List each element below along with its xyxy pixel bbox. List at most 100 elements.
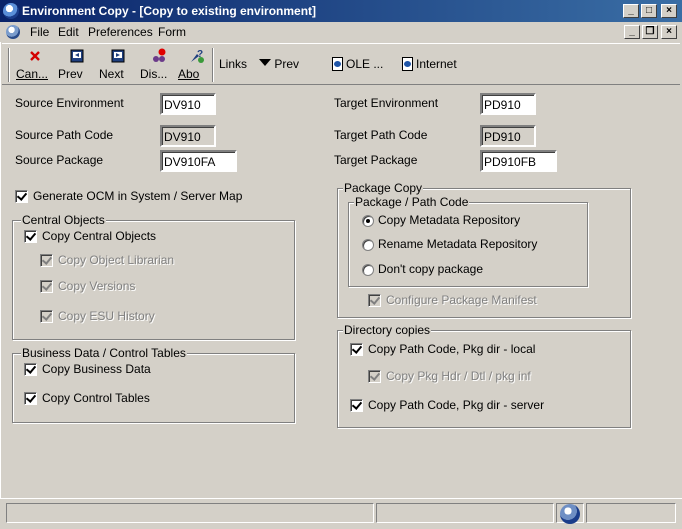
- menu-file[interactable]: File: [30, 25, 49, 39]
- toolbar-grip: [8, 48, 10, 82]
- target-package-field[interactable]: PD910FB: [480, 150, 557, 172]
- checkbox-box: [368, 370, 381, 383]
- copy-path-code-local-label: Copy Path Code, Pkg dir - local: [368, 342, 536, 356]
- target-environment-label: Target Environment: [334, 96, 439, 110]
- target-path-code-field: PD910: [480, 125, 536, 147]
- close-button[interactable]: ×: [661, 4, 677, 18]
- copy-path-code-server-label: Copy Path Code, Pkg dir - server: [368, 398, 545, 412]
- x-icon: [27, 48, 43, 64]
- mdi-restore-button[interactable]: ❐: [642, 25, 658, 39]
- toolbar-separator: [212, 48, 214, 82]
- checkbox-box: [40, 310, 53, 323]
- copy-pkg-hdr-label: Copy Pkg Hdr / Dtl / pkg inf: [386, 369, 531, 383]
- radio-dot: [362, 264, 374, 276]
- menu-edit[interactable]: Edit: [58, 25, 79, 39]
- source-environment-field[interactable]: DV910: [160, 93, 216, 115]
- checkbox-box: [15, 190, 28, 203]
- source-path-code-field: DV910: [160, 125, 216, 147]
- next-button[interactable]: Next: [99, 48, 137, 84]
- copy-business-data-checkbox[interactable]: Copy Business Data: [24, 362, 174, 378]
- source-package-field[interactable]: DV910FA: [160, 150, 237, 172]
- status-pane-secondary: [376, 503, 554, 523]
- frame-edge: [0, 42, 2, 498]
- copy-control-tables-checkbox[interactable]: Copy Control Tables: [24, 391, 174, 407]
- status-bar: [0, 498, 682, 529]
- menu-preferences[interactable]: Preferences: [88, 25, 153, 39]
- about-label: Abo: [178, 67, 200, 81]
- source-path-code-label: Source Path Code: [15, 128, 114, 142]
- title-bar: Environment Copy - [Copy to existing env…: [0, 0, 682, 22]
- cancel-button[interactable]: Can...: [16, 48, 54, 84]
- prev-page-icon: [69, 48, 85, 64]
- app-icon[interactable]: [3, 3, 19, 19]
- copy-object-librarian-label: Copy Object Librarian: [58, 253, 175, 267]
- copy-metadata-repository-label: Copy Metadata Repository: [378, 213, 521, 227]
- copy-path-code-local-checkbox[interactable]: Copy Path Code, Pkg dir - local: [350, 342, 550, 358]
- display-label: Dis...: [140, 67, 168, 81]
- radio-dot: [362, 215, 374, 227]
- mdi-close-button[interactable]: ×: [661, 25, 677, 39]
- central-objects-title: Central Objects: [21, 213, 106, 227]
- checkbox-box: [40, 280, 53, 293]
- rename-metadata-repository-radio[interactable]: Rename Metadata Repository: [362, 237, 552, 253]
- configure-package-manifest-checkbox: Configure Package Manifest: [368, 293, 558, 309]
- copy-central-objects-label: Copy Central Objects: [42, 229, 157, 243]
- source-environment-label: Source Environment: [15, 96, 124, 110]
- status-pane-main: [6, 503, 374, 523]
- checkbox-box: [368, 294, 381, 307]
- package-path-code-title: Package / Path Code: [354, 195, 470, 209]
- generate-ocm-checkbox[interactable]: Generate OCM in System / Server Map: [15, 189, 255, 205]
- copy-central-objects-checkbox[interactable]: Copy Central Objects: [24, 229, 174, 245]
- copy-versions-checkbox: Copy Versions: [40, 279, 190, 295]
- dont-copy-package-label: Don't copy package: [378, 262, 484, 276]
- copy-object-librarian-checkbox: Copy Object Librarian: [40, 253, 190, 269]
- copy-pkg-hdr-checkbox: Copy Pkg Hdr / Dtl / pkg inf: [368, 369, 548, 385]
- configure-package-manifest-label: Configure Package Manifest: [386, 293, 537, 307]
- next-page-icon: [110, 48, 126, 64]
- triangle-down-icon: [259, 59, 271, 66]
- toolbar: Can... Prev Next Dis... ? Abo Links Prev…: [2, 43, 680, 85]
- copy-business-data-label: Copy Business Data: [42, 362, 151, 376]
- menu-form[interactable]: Form: [158, 25, 186, 39]
- copy-path-code-server-checkbox[interactable]: Copy Path Code, Pkg dir - server: [350, 398, 560, 414]
- mdi-minimize-button[interactable]: _: [624, 25, 640, 39]
- source-package-label: Source Package: [15, 153, 104, 167]
- links-prev-label: Prev: [274, 57, 300, 71]
- checkbox-box: [24, 230, 37, 243]
- checkbox-box: [24, 363, 37, 376]
- window-title: Environment Copy - [Copy to existing env…: [22, 4, 317, 18]
- copy-esu-history-label: Copy ESU History: [58, 309, 155, 323]
- checkbox-box: [40, 254, 53, 267]
- links-prev-button[interactable]: Prev: [259, 57, 299, 71]
- copy-metadata-repository-radio[interactable]: Copy Metadata Repository: [362, 213, 542, 229]
- links-label[interactable]: Links: [219, 57, 247, 71]
- cancel-label: Can...: [16, 67, 49, 81]
- directory-copies-title: Directory copies: [343, 323, 432, 337]
- maximize-button[interactable]: □: [641, 4, 657, 18]
- copy-esu-history-checkbox: Copy ESU History: [40, 309, 190, 325]
- generate-ocm-label: Generate OCM in System / Server Map: [33, 189, 243, 203]
- form-icon[interactable]: [6, 25, 20, 39]
- internet-label: Internet: [416, 57, 457, 71]
- internet-button[interactable]: Internet: [402, 57, 457, 71]
- dont-copy-package-radio[interactable]: Don't copy package: [362, 262, 502, 278]
- display-icon: [151, 48, 167, 64]
- minimize-button[interactable]: _: [623, 4, 639, 18]
- ole-label: OLE ...: [346, 57, 384, 71]
- display-button[interactable]: Dis...: [140, 48, 178, 84]
- target-environment-field[interactable]: PD910: [480, 93, 536, 115]
- next-label: Next: [99, 67, 124, 81]
- package-copy-title: Package Copy: [343, 181, 424, 195]
- globe-icon: [560, 504, 580, 524]
- page-icon: [402, 57, 413, 71]
- radio-dot: [362, 239, 374, 251]
- business-data-title: Business Data / Control Tables: [21, 346, 187, 360]
- prev-button[interactable]: Prev: [58, 48, 96, 84]
- status-pane-extra: [586, 503, 676, 523]
- checkbox-box: [350, 399, 363, 412]
- copy-control-tables-label: Copy Control Tables: [42, 391, 150, 405]
- ole-button[interactable]: OLE ...: [332, 57, 383, 71]
- about-icon: ?: [189, 48, 205, 64]
- about-button[interactable]: ? Abo: [178, 48, 216, 84]
- checkbox-box: [350, 343, 363, 356]
